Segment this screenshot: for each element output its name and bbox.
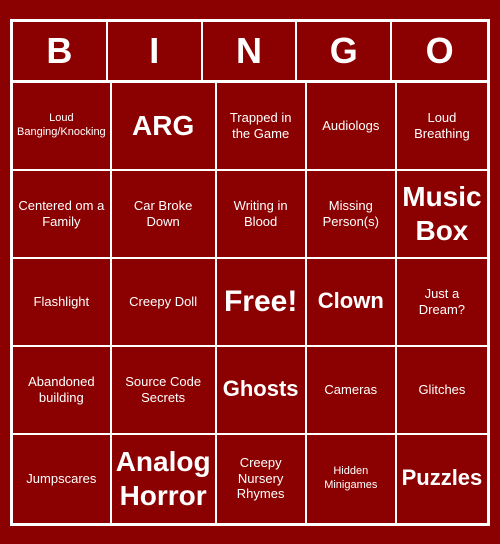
bingo-cell-10: Flashlight [13, 259, 112, 347]
bingo-cell-17: Ghosts [217, 347, 307, 435]
bingo-cell-24: Puzzles [397, 435, 487, 523]
bingo-cell-5: Centered om a Family [13, 171, 112, 259]
bingo-cell-12: Free! [217, 259, 307, 347]
bingo-cell-20: Jumpscares [13, 435, 112, 523]
bingo-cell-21: Analog Horror [112, 435, 217, 523]
bingo-header: BINGO [13, 22, 487, 83]
bingo-cell-4: Loud Breathing [397, 83, 487, 171]
bingo-cell-9: Music Box [397, 171, 487, 259]
bingo-cell-16: Source Code Secrets [112, 347, 217, 435]
bingo-cell-11: Creepy Doll [112, 259, 217, 347]
bingo-cell-6: Car Broke Down [112, 171, 217, 259]
bingo-cell-18: Cameras [307, 347, 397, 435]
bingo-cell-13: Clown [307, 259, 397, 347]
bingo-cell-3: Audiologs [307, 83, 397, 171]
header-letter-g: G [297, 22, 392, 80]
bingo-cell-7: Writing in Blood [217, 171, 307, 259]
header-letter-i: I [108, 22, 203, 80]
bingo-cell-15: Abandoned building [13, 347, 112, 435]
bingo-cell-22: Creepy Nursery Rhymes [217, 435, 307, 523]
bingo-cell-0: Loud Banging/Knocking [13, 83, 112, 171]
bingo-card: BINGO Loud Banging/KnockingARGTrapped in… [10, 19, 490, 526]
bingo-cell-14: Just a Dream? [397, 259, 487, 347]
bingo-cell-23: Hidden Minigames [307, 435, 397, 523]
header-letter-n: N [203, 22, 298, 80]
bingo-grid: Loud Banging/KnockingARGTrapped in the G… [13, 83, 487, 523]
bingo-cell-1: ARG [112, 83, 217, 171]
header-letter-b: B [13, 22, 108, 80]
header-letter-o: O [392, 22, 487, 80]
bingo-cell-8: Missing Person(s) [307, 171, 397, 259]
bingo-cell-19: Glitches [397, 347, 487, 435]
bingo-cell-2: Trapped in the Game [217, 83, 307, 171]
